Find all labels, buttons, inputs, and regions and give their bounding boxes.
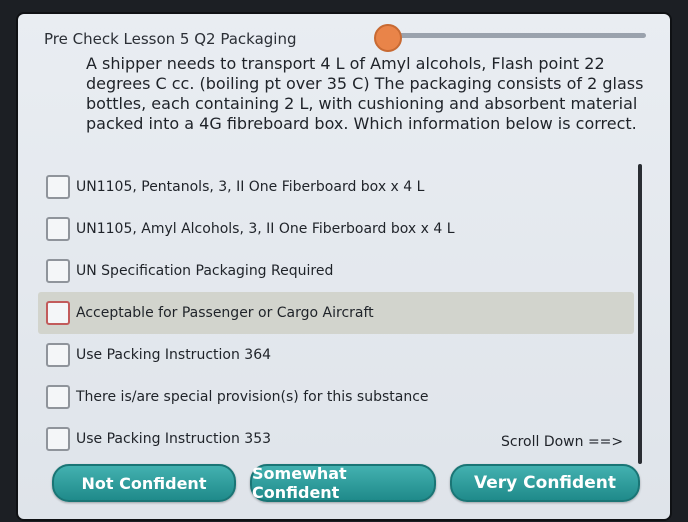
not-confident-button[interactable]: Not Confident <box>52 464 236 502</box>
option-2[interactable]: UN1105, Amyl Alcohols, 3, II One Fiberbo… <box>38 208 634 250</box>
option-label: Acceptable for Passenger or Cargo Aircra… <box>76 305 374 321</box>
question-text: A shipper needs to transport 4 L of Amyl… <box>86 54 644 133</box>
option-4[interactable]: Acceptable for Passenger or Cargo Aircra… <box>38 292 634 334</box>
option-6[interactable]: There is/are special provision(s) for th… <box>38 376 634 418</box>
option-label: UN1105, Pentanols, 3, II One Fiberboard … <box>76 179 425 195</box>
option-label: Use Packing Instruction 364 <box>76 347 272 363</box>
scrollbar[interactable] <box>638 164 642 464</box>
checkbox-icon[interactable] <box>46 427 70 451</box>
option-label: Use Packing Instruction 353 <box>76 431 272 447</box>
option-5[interactable]: Use Packing Instruction 364 <box>38 334 634 376</box>
scroll-hint: Scroll Down ==> <box>501 434 624 450</box>
option-label: UN Specification Packaging Required <box>76 263 334 279</box>
option-label: UN1105, Amyl Alcohols, 3, II One Fiberbo… <box>76 221 455 237</box>
answer-options: UN1105, Pentanols, 3, II One Fiberboard … <box>38 166 634 460</box>
option-label: There is/are special provision(s) for th… <box>76 389 429 405</box>
lesson-screen: Pre Check Lesson 5 Q2 Packaging A shippe… <box>18 14 670 519</box>
option-1[interactable]: UN1105, Pentanols, 3, II One Fiberboard … <box>38 166 634 208</box>
somewhat-confident-button[interactable]: Somewhat Confident <box>250 464 436 502</box>
checkbox-icon[interactable] <box>46 259 70 283</box>
checkbox-icon[interactable] <box>46 217 70 241</box>
option-3[interactable]: UN Specification Packaging Required <box>38 250 634 292</box>
checkbox-icon[interactable] <box>46 175 70 199</box>
progress-knob[interactable] <box>374 24 402 52</box>
very-confident-button[interactable]: Very Confident <box>450 464 640 502</box>
checkbox-icon[interactable] <box>46 385 70 409</box>
lesson-title: Pre Check Lesson 5 Q2 Packaging <box>44 30 297 48</box>
checkbox-icon[interactable] <box>46 301 70 325</box>
progress-track <box>384 33 646 38</box>
checkbox-icon[interactable] <box>46 343 70 367</box>
